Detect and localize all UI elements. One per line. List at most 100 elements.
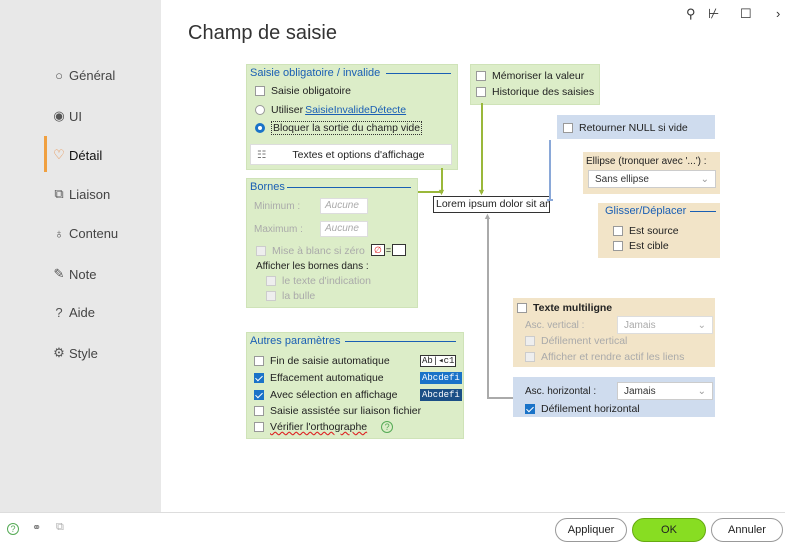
chevron-down-icon: ⌄	[697, 319, 706, 331]
minimum-input[interactable]: Aucune	[320, 198, 368, 214]
pencil-icon: ✎	[53, 266, 65, 281]
chevron-down-icon: ⌄	[700, 173, 709, 185]
maximize-icon[interactable]: ☐	[740, 6, 752, 22]
share-icon[interactable]: ⚭	[32, 521, 41, 534]
historique-checkbox[interactable]	[476, 87, 486, 97]
memoriser-label: Mémoriser la valeur	[492, 70, 585, 82]
saisie-obligatoire-checkbox[interactable]	[255, 86, 265, 96]
asc-horizontal-label: Asc. horizontal :	[525, 386, 597, 397]
asc-vertical-value: Jamais	[624, 319, 656, 331]
page-title: Champ de saisie	[188, 22, 337, 44]
est-source-checkbox[interactable]	[613, 226, 623, 236]
selected-indicator	[44, 136, 47, 172]
divider	[287, 187, 411, 188]
blanc-checkbox[interactable]	[256, 246, 266, 256]
ellipse-label: Ellipse (tronquer avec '...') :	[586, 156, 707, 167]
null-checkbox[interactable]	[563, 123, 573, 133]
sidebar-item-contenu[interactable]: ♁ Contenu	[52, 226, 118, 241]
selection-sample: Abcdefi	[420, 389, 462, 401]
est-source-label: Est source	[629, 225, 679, 237]
asc-vertical-select[interactable]: Jamais ⌄	[617, 316, 713, 334]
sidebar-item-label: Aide	[69, 305, 96, 320]
close-icon[interactable]: ›	[776, 6, 780, 21]
defilement-vertical-label: Défilement vertical	[541, 335, 628, 347]
sidebar-item-style[interactable]: ⚙ Style	[52, 345, 98, 361]
arrow-head-icon: ▼	[437, 187, 446, 197]
arrow-line	[487, 397, 513, 399]
search-icon[interactable]: ⚲	[686, 6, 696, 22]
selection-label: Avec sélection en affichage	[270, 389, 398, 401]
est-cible-checkbox[interactable]	[613, 241, 623, 251]
maximum-input[interactable]: Aucune	[320, 221, 368, 237]
help-icon[interactable]: ?	[381, 421, 394, 433]
textes-options-label: Textes et options d'affichage	[292, 148, 425, 161]
glisser-title: Glisser/Déplacer	[605, 205, 687, 217]
settings-icon: ☷	[257, 148, 267, 161]
fin-saisie-checkbox[interactable]	[254, 356, 264, 366]
sidebar-item-label: Style	[69, 345, 98, 361]
copy-icon[interactable]: ⧉	[56, 521, 64, 534]
sidebar-item-ui[interactable]: ◉ UI	[52, 108, 82, 124]
indication-checkbox[interactable]	[266, 276, 276, 286]
pin-icon[interactable]: ⊬	[708, 6, 719, 22]
help-icon: ?	[55, 305, 63, 320]
arrow-head-icon: ▼	[477, 187, 486, 197]
sidebar-item-detail[interactable]: ♡ Détail	[52, 147, 102, 163]
orthographe-checkbox[interactable]	[254, 422, 264, 432]
bloquer-radio[interactable]	[255, 123, 265, 133]
ellipse-select[interactable]: Sans ellipse ⌄	[588, 170, 716, 188]
help-icon[interactable]: ?	[7, 523, 19, 535]
sidebar-item-label: Contenu	[69, 226, 119, 241]
selection-checkbox[interactable]	[254, 390, 264, 400]
effacement-checkbox[interactable]	[254, 373, 264, 383]
arrow-line	[481, 103, 483, 193]
saisie-title: Saisie obligatoire / invalide	[250, 67, 381, 79]
historique-label: Historique des saisies	[492, 86, 595, 98]
saisie-obligatoire-label: Saisie obligatoire	[271, 85, 351, 97]
arrow-line	[549, 140, 551, 200]
defilement-vertical-checkbox[interactable]	[525, 336, 535, 346]
bloquer-label: Bloquer la sortie du champ vide	[271, 121, 423, 135]
memoriser-checkbox[interactable]	[476, 71, 486, 81]
null-label: Retourner NULL si vide	[579, 122, 688, 134]
bulle-checkbox[interactable]	[266, 291, 276, 301]
afficher-bornes-label: Afficher les bornes dans :	[256, 261, 369, 272]
divider	[386, 73, 451, 74]
sidebar-item-label: Liaison	[69, 186, 111, 202]
est-cible-label: Est cible	[629, 240, 669, 252]
maximum-label: Maximum :	[254, 224, 303, 235]
effacement-label: Effacement automatique	[270, 372, 384, 384]
utiliser-radio[interactable]	[255, 105, 265, 115]
saisie-assistee-checkbox[interactable]	[254, 406, 264, 416]
sidebar-item-label: Note	[69, 266, 97, 282]
palette-icon: ⚙	[53, 345, 65, 360]
sidebar-item-liaison[interactable]: ⧉ Liaison	[52, 186, 110, 202]
fin-saisie-label: Fin de saisie automatique	[270, 355, 390, 367]
link-icon: ⧉	[54, 186, 64, 201]
bulle-label: la bulle	[282, 290, 316, 302]
eye-icon: ◉	[53, 108, 65, 123]
cancel-button[interactable]: Annuler	[711, 518, 783, 542]
blanc-sample: ∅ =	[371, 244, 407, 256]
utiliser-label: Utiliser	[271, 104, 304, 116]
saisie-invalide-link[interactable]: SaisieInvalideDétecte	[305, 104, 406, 116]
multiligne-checkbox[interactable]	[517, 303, 527, 313]
apply-button[interactable]: Appliquer	[555, 518, 627, 542]
asc-horizontal-value: Jamais	[624, 385, 656, 397]
sidebar-item-general[interactable]: ○ Général	[52, 68, 115, 83]
asc-horizontal-select[interactable]: Jamais ⌄	[617, 382, 713, 400]
afficher-liens-label: Afficher et rendre actif les liens	[541, 351, 685, 363]
multiligne-title: Texte multiligne	[533, 302, 613, 314]
blanc-sample-text: =	[385, 245, 392, 255]
defilement-horizontal-checkbox[interactable]	[525, 404, 535, 414]
effacement-sample: Abcdefi	[420, 372, 462, 384]
defilement-horizontal-label: Défilement horizontal	[541, 403, 640, 415]
bornes-title: Bornes	[250, 181, 285, 193]
afficher-liens-checkbox[interactable]	[525, 352, 535, 362]
sidebar-item-label: Général	[69, 68, 116, 83]
content-icon: ♁	[54, 226, 64, 241]
sidebar-item-aide[interactable]: ? Aide	[52, 305, 95, 320]
sidebar-item-note[interactable]: ✎ Note	[52, 266, 97, 282]
ok-button[interactable]: OK	[632, 518, 706, 542]
textes-options-button[interactable]: ☷ Textes et options d'affichage	[250, 144, 452, 165]
